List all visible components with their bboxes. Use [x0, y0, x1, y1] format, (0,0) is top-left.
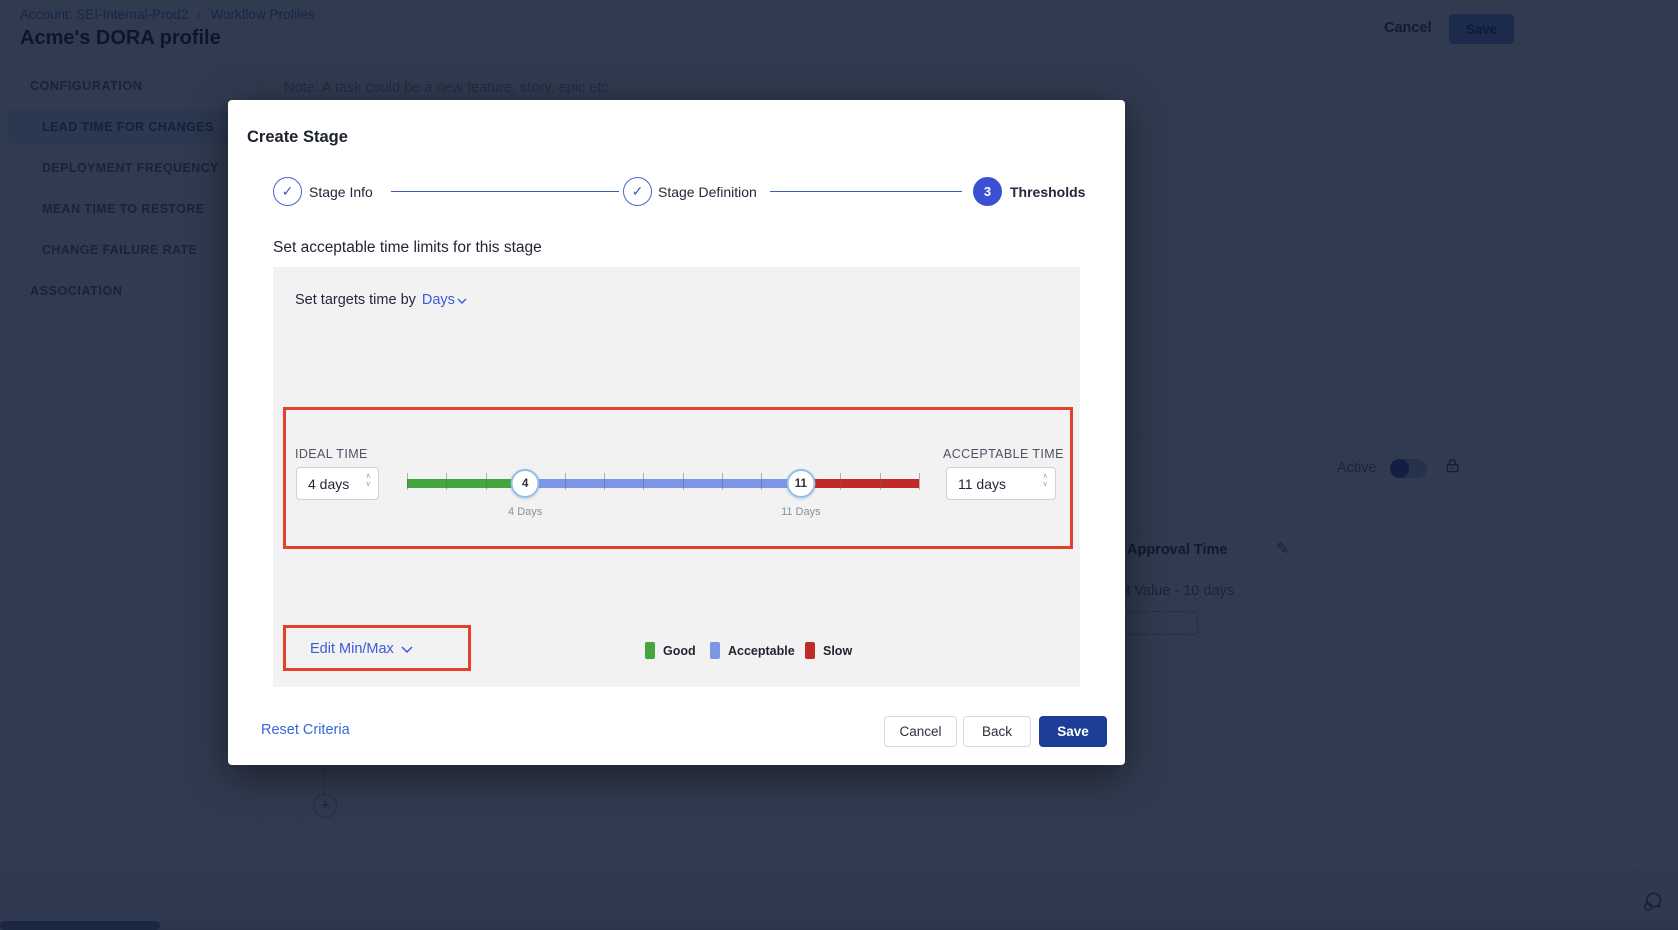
slider-segment-good [407, 479, 525, 488]
step-3-label: Thresholds [1010, 184, 1085, 200]
legend-good: Good [645, 642, 696, 659]
check-icon: ✓ [632, 183, 644, 200]
edit-minmax-dropdown[interactable]: Edit Min/Max [310, 641, 413, 657]
screen: Account: SEI-Internal-Prod2 › Workflow P… [0, 0, 1678, 930]
modal-title: Create Stage [247, 128, 348, 147]
spinner-icons[interactable]: ∧∨ [1043, 472, 1049, 487]
step-3-number-circle: 3 [973, 177, 1002, 206]
slider-tick [446, 473, 447, 490]
slow-swatch-icon [805, 642, 815, 659]
modal-cancel-button[interactable]: Cancel [884, 716, 957, 747]
slider-tick [683, 473, 684, 490]
legend-slow: Slow [805, 642, 852, 659]
section-heading: Set acceptable time limits for this stag… [273, 239, 542, 257]
slider-tick [604, 473, 605, 490]
step-2-label[interactable]: Stage Definition [658, 184, 757, 200]
slider-tick [486, 473, 487, 490]
slider-tick [880, 473, 881, 490]
step-connector-2 [770, 191, 962, 192]
acceptable-swatch-icon [710, 642, 720, 659]
slider-tick [722, 473, 723, 490]
spinner-up-icon: ∧ [366, 472, 372, 479]
reset-criteria-link[interactable]: Reset Criteria [261, 722, 350, 738]
spinner-down-icon: ∨ [366, 480, 372, 487]
set-targets-row: Set targets time by Days [295, 292, 467, 308]
slider-tick [407, 473, 408, 490]
slider-segment-acceptable [525, 479, 801, 488]
acceptable-slider-handle[interactable]: 11 [786, 469, 815, 498]
spinner-down-icon: ∨ [1043, 480, 1049, 487]
step-2-check-circle: ✓ [623, 177, 652, 206]
chevron-down-icon [401, 641, 413, 657]
check-icon: ✓ [282, 183, 294, 200]
acceptable-time-input[interactable]: 11 days ∧∨ [946, 467, 1056, 500]
threshold-slider: 4 11 4 Days 11 Days [407, 469, 919, 498]
slider-tick [840, 473, 841, 490]
acceptable-handle-caption: 11 Days [766, 506, 836, 518]
slider-segment-slow [801, 479, 919, 488]
modal-save-button[interactable]: Save [1039, 716, 1107, 747]
ideal-handle-caption: 4 Days [490, 506, 560, 518]
ideal-time-label: IDEAL TIME [295, 447, 368, 461]
slider-track [407, 479, 919, 488]
acceptable-time-label: ACCEPTABLE TIME [943, 447, 1064, 461]
step-connector-1 [391, 191, 619, 192]
modal-back-button[interactable]: Back [963, 716, 1031, 747]
threshold-panel: Set targets time by Days IDEAL TIME 4 da… [273, 267, 1080, 687]
create-stage-modal: Create Stage ✓ Stage Info ✓ Stage Defini… [228, 100, 1125, 765]
good-swatch-icon [645, 642, 655, 659]
set-targets-label: Set targets time by [295, 292, 416, 308]
slider-tick [761, 473, 762, 490]
slider-tick [643, 473, 644, 490]
chevron-down-icon [457, 292, 467, 308]
ideal-slider-handle[interactable]: 4 [511, 469, 540, 498]
legend-acceptable: Acceptable [710, 642, 795, 659]
step-1-check-circle: ✓ [273, 177, 302, 206]
ideal-time-input[interactable]: 4 days ∧∨ [296, 467, 379, 500]
step-1-label[interactable]: Stage Info [309, 184, 373, 200]
time-unit-dropdown[interactable]: Days [422, 292, 467, 308]
spinner-up-icon: ∧ [1043, 472, 1049, 479]
spinner-icons[interactable]: ∧∨ [366, 472, 372, 487]
slider-tick [919, 473, 920, 490]
slider-tick [565, 473, 566, 490]
